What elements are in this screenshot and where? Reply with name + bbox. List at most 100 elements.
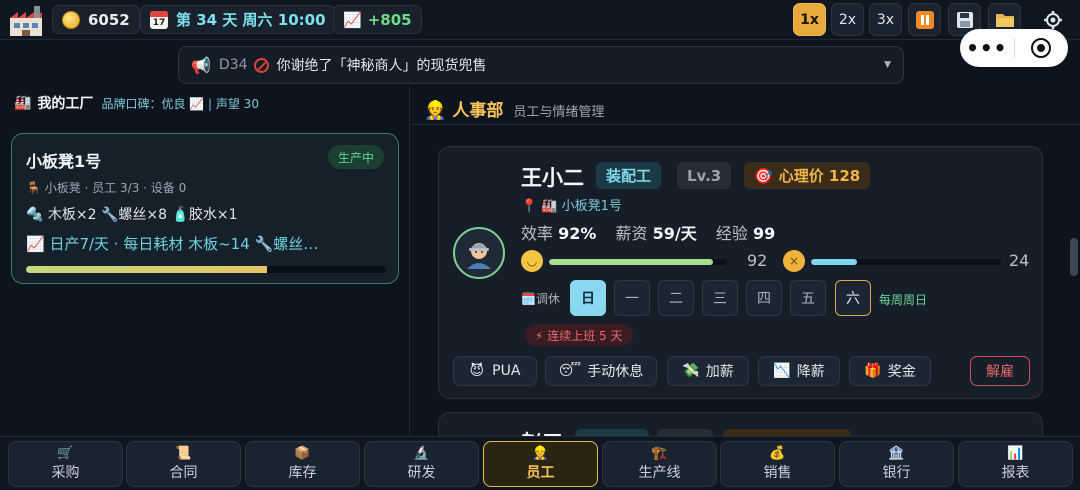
calendar-day: 17 (152, 17, 166, 28)
work-streak-badge: ⚡ 连续上班 5 天 (525, 324, 633, 346)
megaphone-icon: 📢 (191, 55, 211, 75)
nav-production-label: 生产线 (638, 465, 681, 481)
scroll-icon: 📜 (175, 446, 192, 461)
manual-rest-label: 手动休息 (587, 364, 644, 380)
mood-bar (549, 259, 727, 265)
scrollbar[interactable] (1070, 238, 1078, 276)
bank-icon: 🏦 (888, 446, 905, 461)
nav-purchase[interactable]: 🛒 采购 (8, 441, 123, 487)
factory-logo-icon[interactable] (8, 4, 44, 38)
fatigue-bar (811, 259, 1001, 265)
manual-rest-button[interactable]: 😴 手动休息 (545, 356, 657, 386)
factory-summary-text: 小板凳 · 员工 3/3 · 设备 0 (44, 181, 187, 195)
calendar-icon: 🗓️ (521, 292, 536, 306)
nav-production[interactable]: 🏗️ 生产线 (602, 441, 717, 487)
pin-icon: 📍 (521, 199, 538, 214)
gift-icon: 🎁 (864, 363, 882, 379)
price-text: 心理价 128 (778, 167, 861, 185)
nav-research[interactable]: 🔬 研发 (364, 441, 479, 487)
nav-sales[interactable]: 💰 销售 (720, 441, 835, 487)
production-progress-fill (26, 266, 268, 273)
chevron-down-icon[interactable]: ▼ (884, 60, 891, 70)
more-menu-button[interactable]: ••• (960, 36, 1014, 60)
nav-inventory-label: 库存 (288, 465, 317, 481)
notification-day: D34 (218, 57, 248, 73)
nav-inventory[interactable]: 📦 库存 (245, 441, 360, 487)
chart-down-icon: 📉 (773, 363, 791, 379)
gear-icon (1043, 10, 1062, 29)
hr-panel-subtitle: 员工与情绪管理 (513, 105, 605, 120)
speed-2x-button[interactable]: 2x (831, 3, 864, 36)
employee-name: 王小二 (521, 166, 584, 190)
nav-staff[interactable]: 👷 员工 (483, 441, 598, 487)
event-notification[interactable]: 📢 D34 你谢绝了「神秘商人」的现货兜售 ▼ (178, 46, 904, 84)
efficiency-label: 效率 (521, 224, 554, 243)
rest-day-mon[interactable]: 一 (614, 280, 650, 316)
factory-output: 📈 日产7/天 · 每日耗材 木板~14 🔧螺丝… (26, 235, 319, 253)
nav-reports[interactable]: 📊 报表 (958, 441, 1073, 487)
role-badge: 装配工 (596, 162, 662, 189)
nav-contracts[interactable]: 📜 合同 (126, 441, 241, 487)
bonus-button[interactable]: 🎁 奖金 (849, 356, 931, 386)
factory-card[interactable]: 小板凳1号 生产中 🪑 小板凳 · 员工 3/3 · 设备 0 🔩 木板×2 🔧… (11, 133, 399, 284)
price-badge: 🎯 心理价 128 (744, 162, 871, 189)
nav-bank-label: 银行 (882, 465, 911, 481)
employee-factory: 小板凳1号 (561, 199, 622, 214)
rest-day-sat[interactable]: 六 (835, 280, 871, 316)
employee-location: 📍 🏭 小板凳1号 (521, 195, 622, 214)
sleepy-icon: 😴 (558, 363, 582, 379)
coin-icon (62, 10, 80, 29)
crane-icon: 🏗️ (651, 446, 668, 461)
money-display: 6052 (52, 5, 140, 34)
speed-1x-button[interactable]: 1x (793, 3, 826, 36)
close-miniprogram-button[interactable] (1014, 38, 1068, 58)
top-bar: 6052 17 第 34 天 周六 10:00 📈 +805 1x 2x 3x (0, 0, 1080, 40)
speed-3x-button[interactable]: 3x (869, 3, 902, 36)
no-entry-icon (253, 57, 269, 73)
fire-button[interactable]: 解雇 (970, 356, 1030, 386)
raise-salary-button[interactable]: 💸 加薪 (667, 356, 749, 386)
tired-face-icon: × (783, 250, 805, 272)
date-display: 17 第 34 天 周六 10:00 (140, 5, 336, 34)
stool-icon: 🪑 (26, 181, 41, 195)
factory-icon: 🏭 (541, 199, 558, 214)
bonus-label: 奖金 (887, 364, 916, 380)
nav-research-label: 研发 (407, 465, 436, 481)
devil-icon: 😈 (469, 363, 485, 379)
rest-day-sun[interactable]: 日 (570, 280, 606, 316)
nav-bank[interactable]: 🏦 银行 (839, 441, 954, 487)
rest-day-tue[interactable]: 二 (658, 280, 694, 316)
experience-label: 经验 (715, 224, 748, 243)
factory-panel-title: 我的工厂 (37, 96, 94, 112)
employee-card[interactable]: 王小二 装配工 Lv.3 🎯 心理价 128 📍 🏭 小板凳1号 效率 92% 薪… (438, 146, 1043, 399)
target-icon: 🎯 (754, 166, 773, 185)
rest-day-fri[interactable]: 五 (790, 280, 826, 316)
game-screen: 6052 17 第 34 天 周六 10:00 📈 +805 1x 2x 3x … (0, 0, 1080, 490)
pause-button[interactable] (908, 3, 941, 36)
growth-display[interactable]: 📈 +805 (333, 5, 422, 34)
efficiency-value: 92% (558, 224, 597, 243)
rest-day-note: 每周周日 (879, 293, 928, 307)
rest-day-wed[interactable]: 三 (702, 280, 738, 316)
employee-stats: 效率 92% 薪资 59/天 经验 99 (521, 220, 789, 244)
factory-icon: 🏭 (14, 95, 32, 111)
money-bag-icon: 💰 (769, 446, 786, 461)
money-icon: 💸 (682, 363, 700, 379)
bottom-nav: 🛒 采购 📜 合同 📦 库存 🔬 研发 👷 员工 🏗️ 生产线 💰 销售 🏦 银行 📊 报表 (0, 436, 1080, 490)
pua-button[interactable]: 😈 PUA (453, 356, 537, 386)
worker-icon: 👷 (424, 100, 447, 121)
nav-contracts-label: 合同 (169, 465, 198, 481)
rest-day-thu[interactable]: 四 (746, 280, 782, 316)
production-progress-bar (26, 266, 386, 273)
avatar (453, 227, 505, 279)
salary-label: 薪资 (615, 224, 648, 243)
cart-icon: 🛒 (57, 446, 74, 461)
nav-sales-label: 销售 (763, 465, 792, 481)
cut-salary-label: 降薪 (796, 364, 825, 380)
status-badge: 生产中 (327, 145, 384, 169)
nav-staff-label: 员工 (526, 465, 555, 481)
folder-icon (995, 14, 1014, 27)
box-icon: 📦 (294, 446, 311, 461)
cut-salary-button[interactable]: 📉 降薪 (758, 356, 840, 386)
level-badge: Lv.3 (677, 162, 732, 189)
